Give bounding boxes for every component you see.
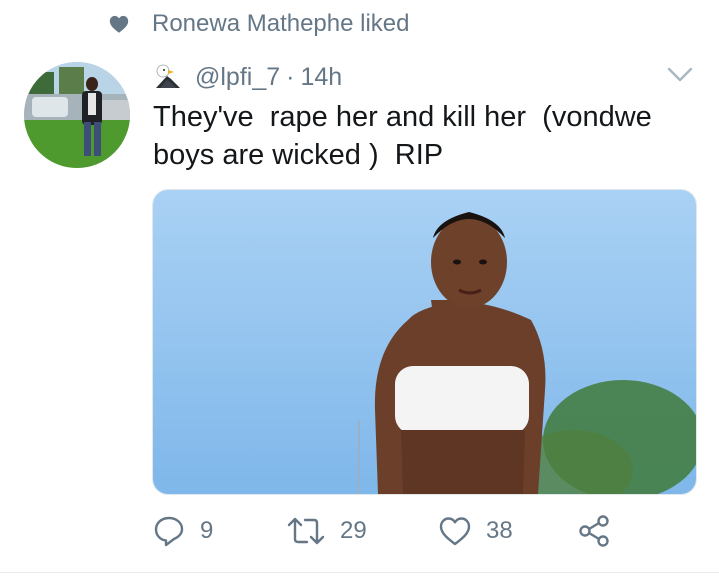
- social-context[interactable]: Ronewa Mathephe liked: [108, 10, 410, 38]
- share-button[interactable]: [577, 514, 611, 548]
- share-icon: [579, 515, 609, 547]
- tweet-text: They've rape her and kill her (vondwe bo…: [153, 101, 660, 171]
- photo-attachment[interactable]: [152, 189, 697, 495]
- retweet-icon: [287, 517, 325, 545]
- heart-icon: [109, 15, 129, 33]
- reply-count: 9: [200, 517, 214, 544]
- heart-outline-icon: [439, 517, 471, 546]
- retweet-count: 29: [340, 517, 367, 544]
- avatar-image: [24, 62, 130, 168]
- chevron-down-icon[interactable]: [667, 66, 693, 84]
- separator-dot: ·: [286, 62, 295, 91]
- tweet-header: @lpfi_7 · 14h: [153, 62, 342, 92]
- retweet-button[interactable]: 29: [286, 514, 367, 548]
- divider: [0, 572, 719, 573]
- like-count: 38: [486, 517, 513, 544]
- reply-icon: [154, 516, 184, 547]
- reply-button[interactable]: 9: [152, 514, 213, 548]
- like-button[interactable]: 38: [438, 514, 513, 548]
- timestamp[interactable]: 14h: [300, 63, 342, 92]
- avatar[interactable]: [24, 62, 130, 168]
- photo-image: [153, 190, 696, 494]
- tweet-actions: 9 29 38: [152, 514, 622, 554]
- user-handle[interactable]: @lpfi_7: [195, 63, 280, 92]
- social-context-text: Ronewa Mathephe liked: [152, 10, 410, 37]
- eagle-icon: [156, 64, 180, 88]
